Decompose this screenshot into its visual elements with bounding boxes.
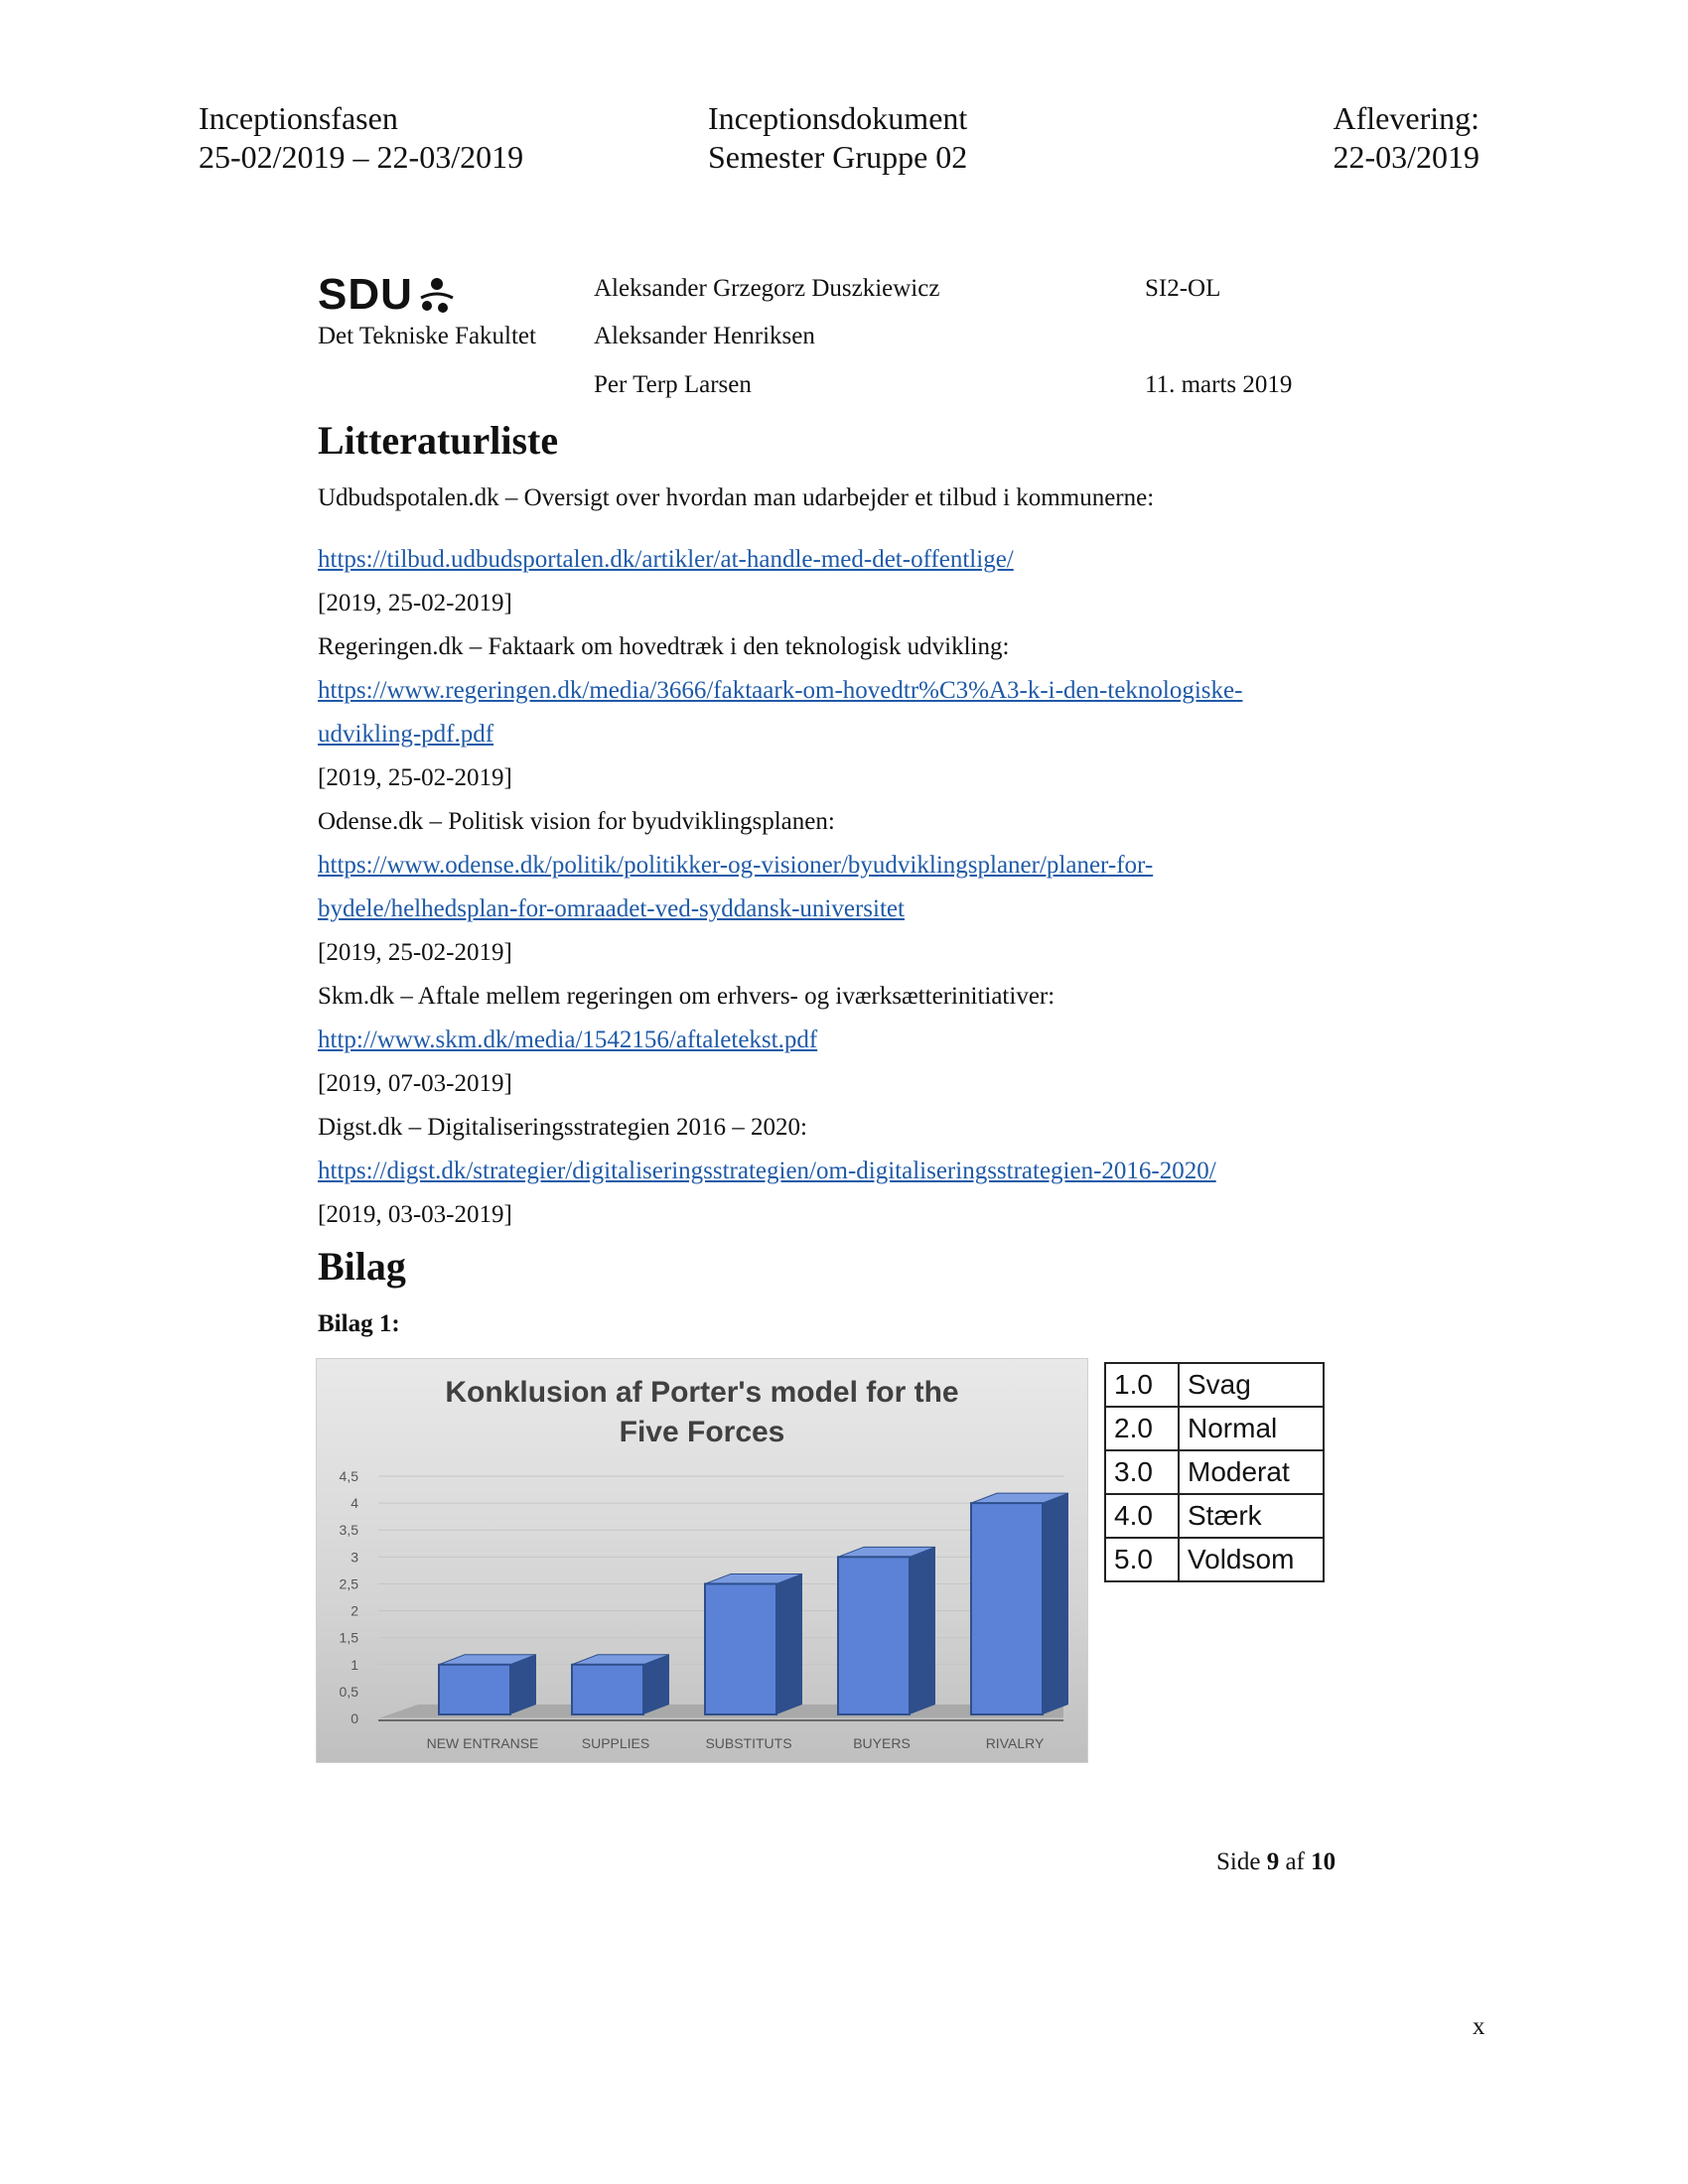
entry-date: [2019, 03-03-2019]: [318, 1201, 512, 1228]
author-2: Aleksander Henriksen: [594, 323, 815, 349]
entry-url-line[interactable]: udvikling-pdf.pdf: [318, 721, 493, 748]
scale-value: 1.0: [1104, 1362, 1180, 1408]
entry-description: Udbudspotalen.dk – Oversigt over hvordan…: [318, 484, 1155, 511]
page-number: Side 9 af 10: [1216, 1848, 1336, 1876]
chart-plot: 0 0,5 1 1,5 2 2,5 3 3,5 4 4,5 NEW ENTRANSE SUPPLIES…: [340, 1468, 1069, 1751]
header-group: Semester Gruppe 02: [708, 139, 968, 175]
header-deadline-date: 22-03/2019: [1333, 139, 1479, 175]
entry-url[interactable]: https://www.odense.dk/politik/politikker…: [318, 844, 1410, 931]
entry-url-line[interactable]: bydele/helhedsplan-for-omraadet-ved-sydd…: [318, 895, 905, 922]
table-row: 3.0 Moderat: [1104, 1449, 1325, 1495]
table-row: 4.0 Stærk: [1104, 1493, 1325, 1539]
scale-label: Svag: [1178, 1362, 1325, 1408]
entry-url[interactable]: https://tilbud.udbudsportalen.dk/artikle…: [318, 538, 1410, 582]
entry-description: Skm.dk – Aftale mellem regeringen om erh…: [318, 983, 1055, 1010]
bar: [704, 1582, 777, 1715]
literature-entry: Skm.dk – Aftale mellem regeringen om erh…: [318, 975, 1410, 1106]
entry-description: Odense.dk – Politisk vision for byudvikl…: [318, 808, 835, 835]
entry-url-line[interactable]: https://tilbud.udbudsportalen.dk/artikle…: [318, 546, 1014, 573]
sdu-logo: SDU: [318, 270, 457, 320]
document-date: 11. marts 2019: [1145, 371, 1293, 398]
author-3: Per Terp Larsen: [594, 371, 752, 398]
scale-label: Normal: [1178, 1406, 1325, 1451]
page-side-word: Side: [1216, 1848, 1261, 1875]
literature-entry: Odense.dk – Politisk vision for byudvikl…: [318, 800, 1410, 975]
y-tick-label: 0: [351, 1710, 358, 1726]
bar-side: [776, 1573, 802, 1714]
y-tick-label: 1,5: [340, 1630, 359, 1646]
bar-side: [910, 1547, 935, 1714]
y-tick-label: 3,5: [340, 1522, 359, 1538]
scale-value: 5.0: [1104, 1537, 1180, 1582]
entry-url-line[interactable]: http://www.skm.dk/media/1542156/aftalete…: [318, 1026, 817, 1053]
x-category-label: BUYERS: [853, 1735, 911, 1751]
header-phase: Inceptionsfasen: [199, 100, 398, 136]
appendix-label: Bilag 1:: [318, 1310, 400, 1337]
y-tick-label: 3: [351, 1549, 358, 1565]
scale-value: 2.0: [1104, 1406, 1180, 1451]
header-doc-title: Inceptionsdokument: [708, 100, 968, 136]
entry-url-line[interactable]: https://www.odense.dk/politik/politikker…: [318, 852, 1153, 879]
sdu-logo-text: SDU: [318, 270, 413, 319]
literature-section: Litteraturliste Udbudspotalen.dk – Overs…: [318, 417, 1410, 1237]
scale-table-wrapper: 1.0 Svag 2.0 Normal 3.0 Moderat 4.0 Stærk 5.…: [1104, 1362, 1325, 1582]
entry-url-line[interactable]: https://digst.dk/strategier/digitaliseri…: [318, 1158, 1216, 1184]
bar: [438, 1663, 511, 1715]
scale-value: 3.0: [1104, 1449, 1180, 1495]
entry-url[interactable]: https://digst.dk/strategier/digitaliseri…: [318, 1150, 1410, 1193]
header-right: Aflevering: 22-03/2019: [1333, 99, 1479, 177]
x-category-label: NEW ENTRANSE: [427, 1735, 539, 1751]
y-tick-label: 4,5: [340, 1468, 359, 1484]
bar-side: [1043, 1493, 1068, 1714]
scale-label: Stærk: [1178, 1493, 1325, 1539]
page-current: 9: [1266, 1848, 1280, 1875]
bar: [837, 1556, 911, 1715]
entry-date: [2019, 25-02-2019]: [318, 764, 512, 791]
entry-url[interactable]: https://www.regeringen.dk/media/3666/fak…: [318, 669, 1410, 756]
literature-entry: Digst.dk – Digitaliseringsstrategien 201…: [318, 1106, 1410, 1237]
entry-description: Digst.dk – Digitaliseringsstrategien 201…: [318, 1114, 808, 1141]
y-tick-label: 1: [351, 1657, 358, 1673]
entry-url[interactable]: http://www.skm.dk/media/1542156/aftalete…: [318, 1019, 1410, 1062]
course-code: SI2-OL: [1145, 275, 1221, 302]
table-row: 5.0 Voldsom: [1104, 1537, 1325, 1582]
entry-description: Regeringen.dk – Faktaark om hovedtræk i …: [318, 633, 1010, 660]
sdu-tree-icon: [420, 278, 454, 313]
scale-label: Voldsom: [1178, 1537, 1325, 1582]
entry-date: [2019, 07-03-2019]: [318, 1070, 512, 1097]
bar: [571, 1663, 644, 1715]
header-period: 25-02/2019 – 22-03/2019: [199, 139, 524, 175]
entry-date: [2019, 25-02-2019]: [318, 939, 512, 966]
table-row: 2.0 Normal: [1104, 1406, 1325, 1451]
porter-chart: Konklusion af Porter's model for the Fiv…: [316, 1358, 1088, 1763]
literature-heading: Litteraturliste: [318, 418, 559, 463]
faculty-name: Det Tekniske Fakultet: [318, 323, 536, 349]
y-tick-label: 4: [351, 1495, 358, 1511]
entry-date: [2019, 25-02-2019]: [318, 590, 512, 616]
y-tick-label: 2: [351, 1603, 358, 1619]
header-deadline-label: Aflevering:: [1333, 100, 1480, 136]
scale-label: Moderat: [1178, 1449, 1325, 1495]
header-left: Inceptionsfasen 25-02/2019 – 22-03/2019: [199, 99, 523, 177]
y-tick-label: 2,5: [340, 1575, 359, 1591]
x-category-label: SUPPLIES: [582, 1735, 649, 1751]
appendix-heading: Bilag: [318, 1244, 406, 1289]
x-category-label: RIVALRY: [986, 1735, 1045, 1751]
page-mark: x: [1473, 2013, 1485, 2040]
bar: [970, 1502, 1044, 1715]
header-center: Inceptionsdokument Semester Gruppe 02: [708, 99, 967, 177]
page-of-word: af: [1285, 1848, 1305, 1875]
scale-value: 4.0: [1104, 1493, 1180, 1539]
literature-entry: Regeringen.dk – Faktaark om hovedtræk i …: [318, 625, 1410, 800]
y-tick-label: 0,5: [340, 1684, 359, 1700]
scale-table: 1.0 Svag 2.0 Normal 3.0 Moderat 4.0 Stærk 5.…: [1104, 1362, 1325, 1582]
entry-url-line[interactable]: https://www.regeringen.dk/media/3666/fak…: [318, 677, 1242, 704]
x-category-label: SUBSTITUTS: [705, 1735, 791, 1751]
author-1: Aleksander Grzegorz Duszkiewicz: [594, 275, 940, 302]
literature-entry: Udbudspotalen.dk – Oversigt over hvordan…: [318, 477, 1410, 625]
page-total: 10: [1311, 1848, 1336, 1875]
table-row: 1.0 Svag: [1104, 1362, 1325, 1408]
